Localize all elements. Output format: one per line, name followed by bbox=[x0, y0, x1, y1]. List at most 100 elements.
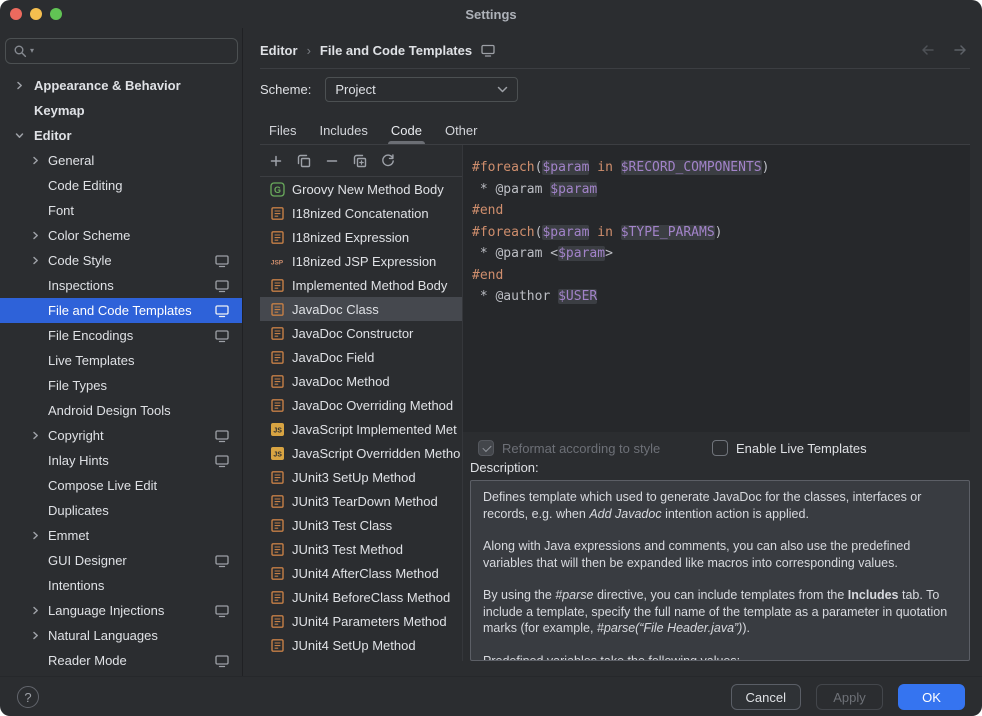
template-item-implemented-method-body[interactable]: Implemented Method Body bbox=[260, 273, 462, 297]
tab-other[interactable]: Other bbox=[438, 116, 485, 144]
sidebar: ▾ Appearance & BehaviorKeymapEditor Gener… bbox=[0, 28, 243, 676]
sidebar-item-gui-designer[interactable]: GUI Designer bbox=[0, 548, 242, 573]
template-item-javadoc-field[interactable]: JavaDoc Field bbox=[260, 345, 462, 369]
sidebar-item-general[interactable]: General bbox=[0, 148, 242, 173]
template-item-i18nized-jsp-expression[interactable]: JSPI18nized JSP Expression bbox=[260, 249, 462, 273]
back-button[interactable] bbox=[920, 43, 936, 57]
sidebar-item-file-and-code-templates[interactable]: File and Code Templates bbox=[0, 298, 242, 323]
template-item-javadoc-class[interactable]: JavaDoc Class bbox=[260, 297, 462, 321]
sidebar-item-file-types[interactable]: File Types bbox=[0, 373, 242, 398]
code-line: #foreach($param in $TYPE_PARAMS) bbox=[472, 222, 961, 244]
ok-button[interactable]: OK bbox=[898, 684, 965, 710]
template-item-javascript-overridden-metho[interactable]: JSJavaScript Overridden Metho bbox=[260, 441, 462, 465]
forward-button[interactable] bbox=[952, 43, 968, 57]
template-item-label: JUnit3 Test Method bbox=[292, 542, 403, 557]
template-item-junit3-test-class[interactable]: JUnit3 Test Class bbox=[260, 513, 462, 537]
ide-settings-icon bbox=[215, 329, 229, 342]
zoom-button[interactable] bbox=[50, 8, 62, 20]
sidebar-item-reader-mode[interactable]: Reader Mode bbox=[0, 648, 242, 673]
sidebar-item-natural-languages[interactable]: Natural Languages bbox=[0, 623, 242, 648]
sidebar-item-label: General bbox=[48, 153, 94, 168]
chevron-down-icon[interactable] bbox=[11, 128, 27, 144]
template-editor[interactable]: #foreach($param in $RECORD_COMPONENTS) *… bbox=[463, 145, 970, 432]
template-item-groovy-new-method-body[interactable]: GGroovy New Method Body bbox=[260, 177, 462, 201]
template-item-i18nized-concatenation[interactable]: I18nized Concatenation bbox=[260, 201, 462, 225]
breadcrumb-item-editor[interactable]: Editor bbox=[260, 43, 298, 58]
template-item-javascript-implemented-met[interactable]: JSJavaScript Implemented Met bbox=[260, 417, 462, 441]
template-item-javadoc-method[interactable]: JavaDoc Method bbox=[260, 369, 462, 393]
sidebar-item-appearance-behavior[interactable]: Appearance & Behavior bbox=[0, 73, 242, 98]
sidebar-item-language-injections[interactable]: Language Injections bbox=[0, 598, 242, 623]
sidebar-item-code-editing[interactable]: Code Editing bbox=[0, 173, 242, 198]
chevron-right-icon[interactable] bbox=[27, 528, 43, 544]
sidebar-item-label: Intentions bbox=[48, 578, 104, 593]
search-box[interactable]: ▾ bbox=[5, 38, 238, 64]
chevron-right-icon[interactable] bbox=[27, 253, 43, 269]
template-file-icon bbox=[269, 613, 285, 629]
cancel-button[interactable]: Cancel bbox=[731, 684, 801, 710]
sidebar-item-editor[interactable]: Editor bbox=[0, 123, 242, 148]
template-file-icon bbox=[269, 517, 285, 533]
live-templates-checkbox[interactable] bbox=[712, 440, 728, 456]
chevron-right-icon[interactable] bbox=[27, 228, 43, 244]
scheme-dropdown[interactable]: Project bbox=[325, 77, 518, 102]
sidebar-item-label: File Types bbox=[48, 378, 107, 393]
scheme-value: Project bbox=[335, 82, 375, 97]
template-item-junit4-parameters-method[interactable]: JUnit4 Parameters Method bbox=[260, 609, 462, 633]
sidebar-item-live-templates[interactable]: Live Templates bbox=[0, 348, 242, 373]
tab-files[interactable]: Files bbox=[262, 116, 303, 144]
sidebar-item-android-design-tools[interactable]: Android Design Tools bbox=[0, 398, 242, 423]
sidebar-item-file-encodings[interactable]: File Encodings bbox=[0, 323, 242, 348]
template-file-icon bbox=[269, 229, 285, 245]
sidebar-item-color-scheme[interactable]: Color Scheme bbox=[0, 223, 242, 248]
template-item-junit4-afterclass-method[interactable]: JUnit4 AfterClass Method bbox=[260, 561, 462, 585]
template-item-junit3-setup-method[interactable]: JUnit3 SetUp Method bbox=[260, 465, 462, 489]
copy-template-button[interactable] bbox=[293, 150, 314, 171]
template-item-i18nized-expression[interactable]: I18nized Expression bbox=[260, 225, 462, 249]
sidebar-item-emmet[interactable]: Emmet bbox=[0, 523, 242, 548]
help-button[interactable]: ? bbox=[17, 686, 39, 708]
sidebar-item-code-style[interactable]: Code Style bbox=[0, 248, 242, 273]
scheme-label: Scheme: bbox=[260, 82, 311, 97]
reformat-checkbox[interactable] bbox=[478, 440, 494, 456]
chevron-right-icon[interactable] bbox=[27, 603, 43, 619]
reset-template-button[interactable] bbox=[377, 150, 398, 171]
chevron-right-icon[interactable] bbox=[11, 78, 27, 94]
template-item-junit4-beforeclass-method[interactable]: JUnit4 BeforeClass Method bbox=[260, 585, 462, 609]
ide-settings-icon bbox=[215, 654, 229, 667]
tab-code[interactable]: Code bbox=[384, 116, 429, 144]
sidebar-item-compose-live-edit[interactable]: Compose Live Edit bbox=[0, 473, 242, 498]
template-item-javadoc-overriding-method[interactable]: JavaDoc Overriding Method bbox=[260, 393, 462, 417]
chevron-right-icon[interactable] bbox=[27, 428, 43, 444]
add-template-button[interactable] bbox=[265, 150, 286, 171]
chevron-right-icon[interactable] bbox=[27, 628, 43, 644]
sidebar-item-inlay-hints[interactable]: Inlay Hints bbox=[0, 448, 242, 473]
template-item-javadoc-constructor[interactable]: JavaDoc Constructor bbox=[260, 321, 462, 345]
sidebar-item-keymap[interactable]: Keymap bbox=[0, 98, 242, 123]
sidebar-item-inspections[interactable]: Inspections bbox=[0, 273, 242, 298]
sidebar-item-copyright[interactable]: Copyright bbox=[0, 423, 242, 448]
chevron-right-icon[interactable] bbox=[27, 153, 43, 169]
close-button[interactable] bbox=[10, 8, 22, 20]
breadcrumb-item-file-and-code-templates[interactable]: File and Code Templates bbox=[320, 43, 472, 58]
template-item-junit3-test-method[interactable]: JUnit3 Test Method bbox=[260, 537, 462, 561]
template-item-junit4-setup-method[interactable]: JUnit4 SetUp Method bbox=[260, 633, 462, 657]
template-file-icon bbox=[269, 469, 285, 485]
tab-bar: Files Includes Code Other bbox=[260, 116, 484, 144]
minimize-button[interactable] bbox=[30, 8, 42, 20]
remove-template-button[interactable] bbox=[321, 150, 342, 171]
search-history-chevron-icon[interactable]: ▾ bbox=[30, 47, 34, 55]
tab-includes[interactable]: Includes bbox=[312, 116, 374, 144]
apply-button[interactable]: Apply bbox=[816, 684, 883, 710]
template-file-icon bbox=[269, 325, 285, 341]
sidebar-item-font[interactable]: Font bbox=[0, 198, 242, 223]
duplicate-template-button[interactable] bbox=[349, 150, 370, 171]
scheme-row: Scheme: Project bbox=[260, 75, 518, 103]
sidebar-item-intentions[interactable]: Intentions bbox=[0, 573, 242, 598]
sidebar-item-duplicates[interactable]: Duplicates bbox=[0, 498, 242, 523]
template-item-junit3-teardown-method[interactable]: JUnit3 TearDown Method bbox=[260, 489, 462, 513]
sidebar-item-label: Emmet bbox=[48, 528, 89, 543]
search-input[interactable] bbox=[37, 44, 230, 59]
ide-settings-icon bbox=[215, 304, 229, 317]
breadcrumb-divider bbox=[260, 68, 970, 69]
